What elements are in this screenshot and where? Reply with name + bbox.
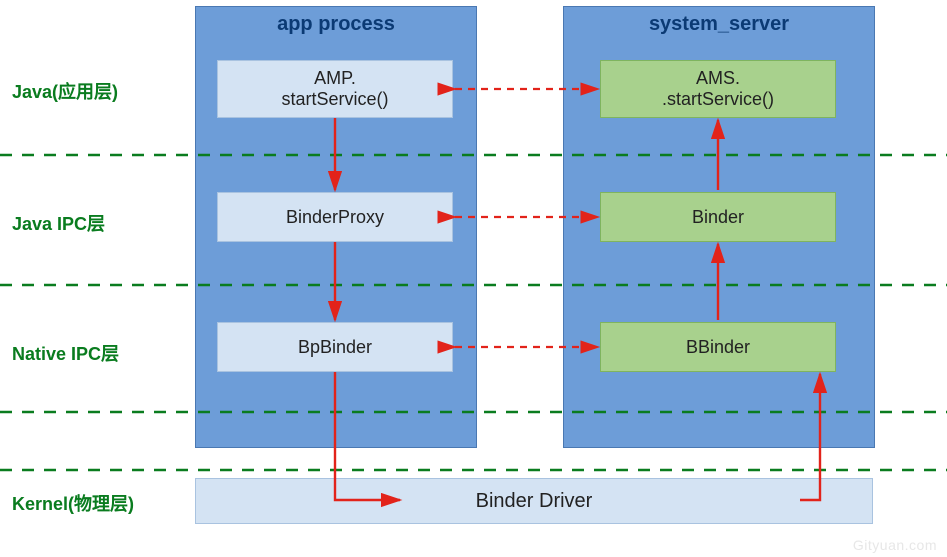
box-ams-line1: AMS. xyxy=(696,68,740,88)
layer-label-kernel: Kernel(物理层) xyxy=(12,490,134,516)
box-bbinder: BBinder xyxy=(600,322,836,372)
box-amp-startservice: AMP. startService() xyxy=(217,60,453,118)
box-binder-driver: Binder Driver xyxy=(195,478,873,524)
layer-label-java-app: Java(应用层) xyxy=(12,78,118,104)
layer-label-native-ipc: Native IPC层 xyxy=(12,340,119,366)
column-title-app-process: app process xyxy=(196,7,476,36)
box-binderproxy: BinderProxy xyxy=(217,192,453,242)
box-ams-startservice: AMS. .startService() xyxy=(600,60,836,118)
watermark: Gityuan.com xyxy=(853,537,937,553)
box-bpbinder: BpBinder xyxy=(217,322,453,372)
box-binder: Binder xyxy=(600,192,836,242)
layer-label-java-ipc: Java IPC层 xyxy=(12,210,105,236)
box-ams-line2: .startService() xyxy=(662,89,774,109)
box-amp-line1: AMP. xyxy=(314,68,356,88)
column-title-system-server: system_server xyxy=(564,7,874,36)
box-amp-line2: startService() xyxy=(281,89,388,109)
